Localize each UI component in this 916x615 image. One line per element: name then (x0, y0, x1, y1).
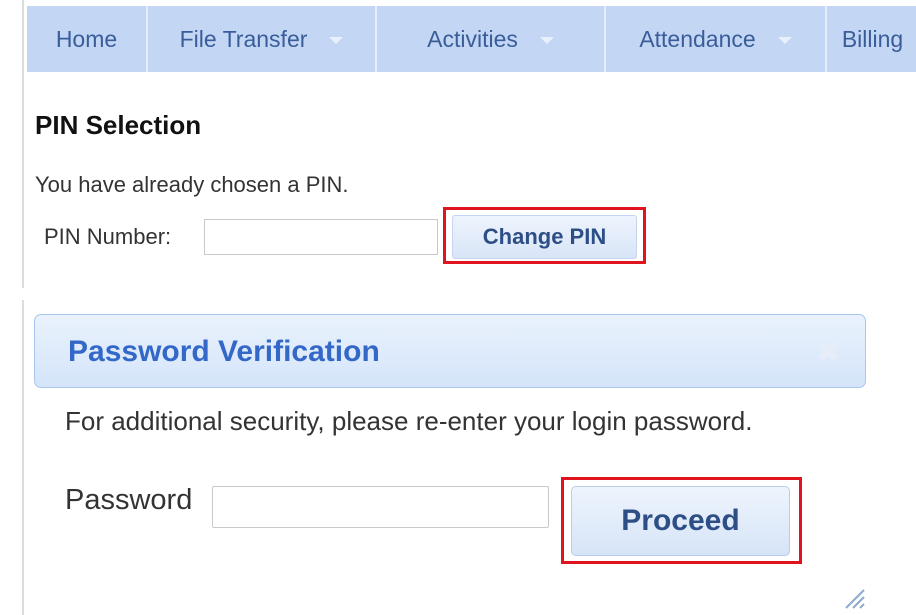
chevron-down-icon (539, 36, 554, 44)
nav-item-label: File Transfer (179, 25, 308, 52)
pin-panel: Home File Transfer Activities Attendance… (22, 0, 916, 288)
nav-item-activities[interactable]: Activities (377, 6, 606, 72)
nav-item-billing[interactable]: Billing (827, 6, 916, 72)
chevron-down-icon (329, 36, 344, 44)
proceed-button[interactable]: Proceed (571, 486, 790, 556)
close-icon[interactable]: ✖ (816, 335, 841, 370)
pin-number-label: PIN Number: (44, 224, 172, 249)
nav-item-attendance[interactable]: Attendance (606, 6, 827, 72)
change-pin-button[interactable]: Change PIN (452, 215, 637, 259)
nav-item-label: Billing (841, 25, 904, 52)
nav-item-label: Home (55, 25, 118, 52)
nav-item-label: Activities (427, 25, 518, 52)
nav-item-home[interactable]: Home (27, 6, 148, 72)
dialog-title: Password Verification (68, 335, 380, 368)
dialog-titlebar[interactable]: Password Verification ✖ (34, 314, 866, 388)
page-title: PIN Selection (35, 110, 202, 140)
password-input[interactable] (212, 486, 549, 528)
nav-item-file-transfer[interactable]: File Transfer (148, 6, 377, 72)
pin-status-text: You have already chosen a PIN. (35, 172, 349, 197)
main-nav-bar: Home File Transfer Activities Attendance… (27, 6, 916, 72)
nav-item-label: Attendance (639, 25, 756, 52)
password-label: Password (65, 484, 193, 516)
chevron-down-icon (777, 36, 792, 44)
resize-handle-icon[interactable] (842, 586, 866, 610)
pin-number-input[interactable] (204, 219, 438, 255)
password-verification-dialog: Password Verification ✖ For additional s… (22, 300, 916, 615)
dialog-message: For additional security, please re-enter… (65, 406, 753, 436)
